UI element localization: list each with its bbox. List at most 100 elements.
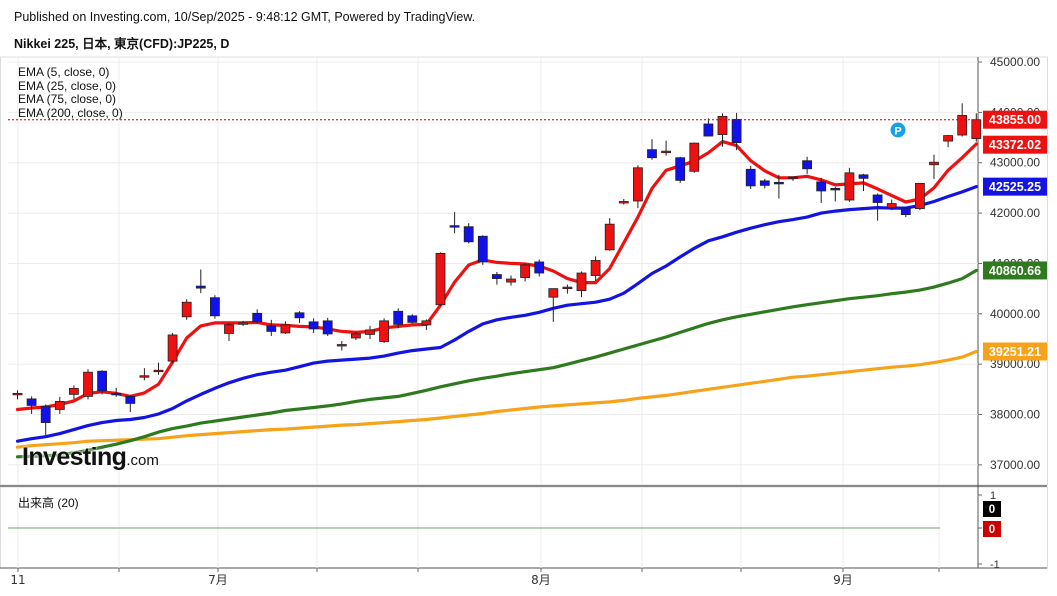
candle-body (195, 285, 206, 289)
candle-body (97, 370, 107, 392)
candle (915, 182, 925, 211)
legend-ema75[interactable]: EMA (75, close, 0) (18, 92, 123, 107)
candle-body (562, 286, 573, 290)
price-tag-label: 40860.66 (989, 264, 1041, 278)
volume-tick-label: -1 (990, 559, 1000, 571)
candle (209, 295, 220, 319)
time-tick-label: 9月 (833, 573, 853, 587)
candle-body (618, 201, 629, 204)
candle (266, 319, 277, 336)
legend-ema200[interactable]: EMA (200, close, 0) (18, 106, 123, 121)
volume-value-tag: 0 (983, 501, 1001, 517)
legend-ema25[interactable]: EMA (25, close, 0) (18, 79, 123, 94)
candle-body (350, 333, 361, 339)
candle-body (844, 172, 855, 201)
candle-body (407, 315, 418, 323)
candle (449, 212, 460, 234)
price-tag-close: 43855.00 (983, 110, 1047, 129)
candle (661, 140, 671, 156)
logo-suffix: .com (126, 452, 159, 469)
candle-body (449, 225, 460, 228)
candle (294, 311, 305, 323)
candle (421, 319, 432, 330)
candle (12, 390, 23, 400)
candle-body (788, 176, 798, 179)
candle-body (675, 157, 686, 181)
candle (830, 186, 841, 202)
candle (604, 218, 615, 251)
candle (322, 317, 333, 336)
candle (336, 340, 347, 351)
price-tick-label: 42000.00 (990, 206, 1040, 220)
candle (69, 385, 79, 400)
time-tick-label: 7月 (208, 573, 228, 587)
price-tag-ema200: 39251.21 (983, 342, 1047, 361)
candle (548, 288, 559, 322)
volume-tag-label: 0 (989, 524, 995, 536)
candle-body (365, 329, 375, 335)
candle-body (534, 261, 545, 274)
chart-canvas: 37000.0038000.0039000.0040000.0041000.00… (0, 55, 1048, 587)
legend-ema5[interactable]: EMA (5, close, 0) (18, 65, 123, 80)
candle-body (548, 288, 559, 298)
volume-legend[interactable]: 出来高 (20) (18, 494, 79, 511)
candle-body (435, 252, 446, 306)
volume-tick-label: 1 (990, 490, 996, 502)
price-tag-label: 43855.00 (989, 113, 1041, 127)
candle (506, 275, 516, 286)
price-tag-ema25: 42525.25 (983, 177, 1047, 196)
candle-body (703, 123, 714, 137)
candle (971, 113, 982, 142)
ema-line-75 (15, 268, 978, 459)
candle (26, 396, 37, 415)
candle-body (12, 392, 23, 396)
candle-body (647, 149, 657, 159)
candle-body (40, 406, 51, 423)
candle-body (463, 226, 474, 243)
candle-body (957, 115, 968, 136)
volume-value-tag: 0 (983, 521, 1001, 537)
investing-logo: Investing.com (22, 443, 159, 472)
candle-body (252, 312, 263, 323)
price-tick-label: 40000.00 (990, 307, 1040, 321)
candle (379, 318, 390, 344)
candle-body (886, 203, 897, 208)
candle-body (477, 235, 488, 263)
candle-body (294, 312, 305, 319)
candle (647, 139, 657, 160)
candle-body (816, 181, 827, 192)
candle-body (900, 207, 911, 216)
price-tag-label: 39251.21 (989, 345, 1041, 359)
candle (181, 299, 192, 320)
candle (576, 271, 587, 298)
candle (703, 118, 714, 137)
candle-body (224, 324, 234, 334)
candle-body (336, 344, 347, 347)
candle (40, 404, 51, 436)
candle-body (520, 264, 530, 278)
candle-body (689, 142, 700, 172)
time-tick-label: 8月 (531, 573, 551, 587)
candle (83, 369, 93, 400)
candle-body (576, 272, 587, 292)
candle (435, 252, 446, 306)
candle-body (915, 182, 925, 209)
candle (675, 156, 686, 183)
logo-main: Investing (22, 443, 127, 471)
price-tag-label: 43372.02 (989, 138, 1041, 152)
price-tag-ema5: 43372.02 (983, 135, 1047, 154)
published-caption: Published on Investing.com, 10/Sep/2025 … (14, 10, 476, 24)
candle (534, 259, 545, 277)
candle (167, 332, 178, 364)
candle (943, 135, 953, 148)
marker-label: P (894, 126, 901, 138)
price-tag-label: 42525.25 (989, 180, 1041, 194)
candle-body (661, 150, 671, 154)
candle-body (717, 116, 728, 135)
candle-body (83, 371, 93, 397)
candle-body (731, 119, 742, 143)
candle (125, 394, 136, 412)
candle-body (858, 174, 869, 179)
candle-body (745, 168, 756, 187)
candle-body (421, 320, 432, 326)
